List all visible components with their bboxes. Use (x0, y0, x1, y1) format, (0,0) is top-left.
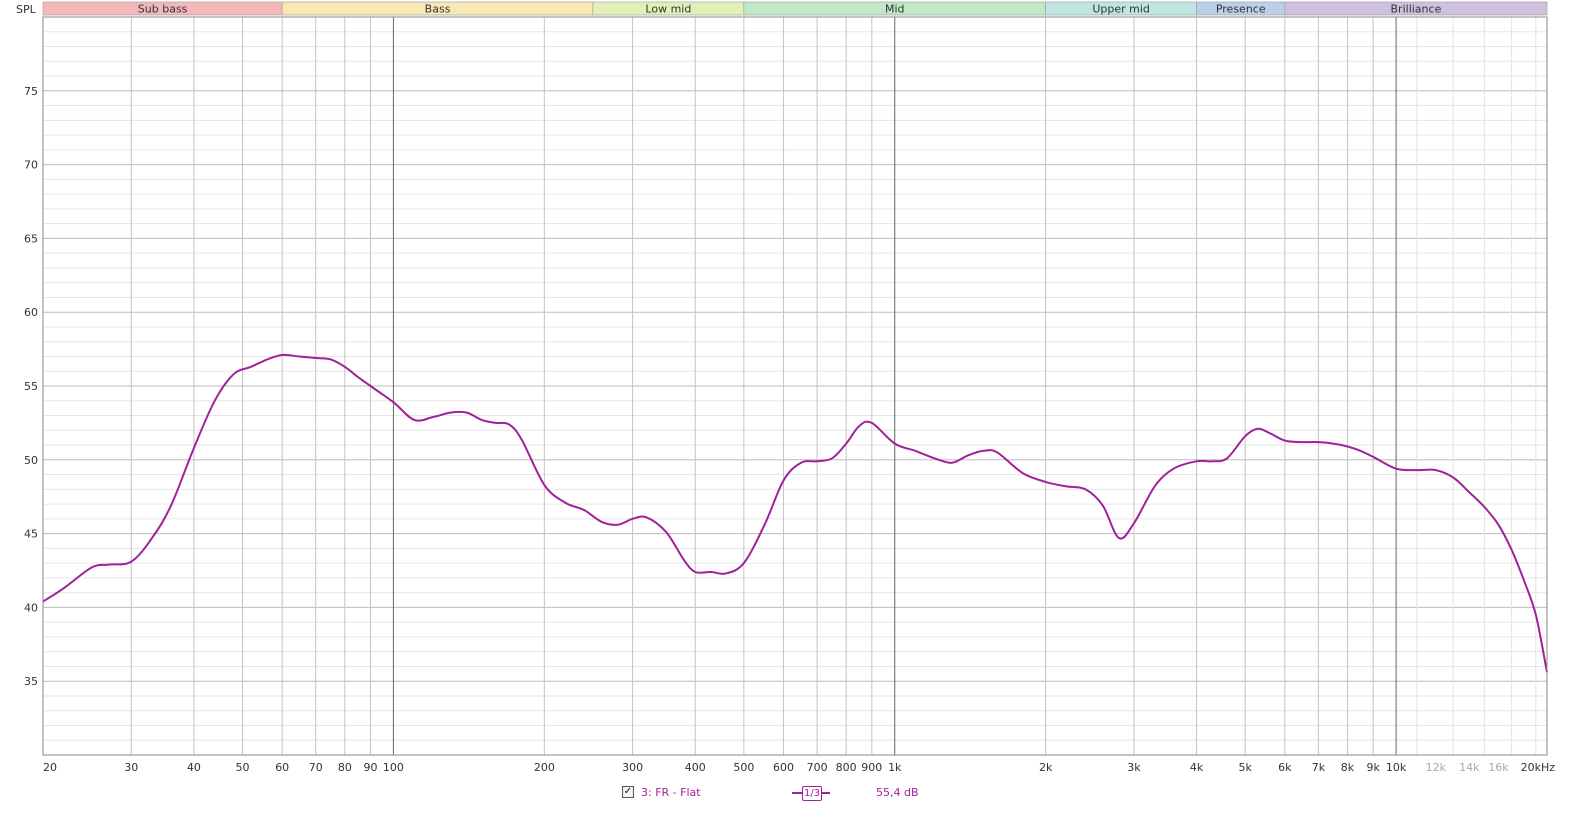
y-axis-title: SPL (16, 3, 37, 16)
x-tick-label: 300 (622, 761, 643, 774)
x-tick-label: 200 (534, 761, 555, 774)
x-tick-label: 9k (1366, 761, 1380, 774)
x-tick-label: 90 (363, 761, 377, 774)
legend-series-name: 3: FR - Flat (641, 786, 701, 799)
y-tick-label: 55 (24, 380, 38, 393)
smoothing-selector[interactable]: 1/3 (802, 786, 822, 801)
x-tick-label: 100 (383, 761, 404, 774)
band-label: Mid (885, 3, 905, 16)
x-tick-label: 50 (236, 761, 250, 774)
x-tick-label: 70 (309, 761, 323, 774)
series-visibility-checkbox[interactable]: ✓ (622, 786, 634, 798)
x-tick-label: 700 (807, 761, 828, 774)
x-tick-label: 400 (685, 761, 706, 774)
y-tick-label: 40 (24, 601, 38, 614)
x-tick-label: 8k (1341, 761, 1355, 774)
y-tick-label: 65 (24, 232, 38, 245)
band-label: Low mid (645, 3, 691, 16)
x-tick-label: 2k (1039, 761, 1053, 774)
band-label: Upper mid (1092, 3, 1150, 16)
x-tick-label: 80 (338, 761, 352, 774)
band-label: Presence (1216, 3, 1266, 16)
y-tick-label: 75 (24, 85, 38, 98)
frequency-band-strip: Sub bass Bass Low mid Mid Upper mid Presence B… (42, 1, 1548, 16)
y-tick-labels: 35 40 45 50 55 60 65 70 75 (24, 85, 38, 688)
y-tick-label: 50 (24, 454, 38, 467)
legend: ✓ 3: FR - Flat 1/3 55,4 dB (620, 785, 950, 803)
x-tick-label: 5k (1238, 761, 1252, 774)
x-tick-label: 14k (1459, 761, 1480, 774)
x-tick-label: 4k (1190, 761, 1204, 774)
x-tick-label: 800 (836, 761, 857, 774)
x-tick-label: 40 (187, 761, 201, 774)
x-tick-label: 3k (1127, 761, 1141, 774)
x-tick-label: 1k (888, 761, 902, 774)
x-tick-label: 30 (124, 761, 138, 774)
grid-lines (42, 16, 1548, 756)
x-tick-label: 7k (1312, 761, 1326, 774)
band-label: Bass (425, 3, 451, 16)
x-tick-label: 60 (275, 761, 289, 774)
x-tick-label: 16k (1488, 761, 1509, 774)
x-tick-labels: 20 30 40 50 60 70 80 90 100 200 300 400 500 600 700 800… (43, 761, 1555, 774)
y-tick-label: 70 (24, 159, 38, 172)
band-label: Sub bass (138, 3, 188, 16)
x-tick-label: 12k (1426, 761, 1447, 774)
cursor-spl-readout: 55,4 dB (876, 786, 919, 799)
x-tick-label: 20 (43, 761, 57, 774)
frequency-response-chart: Sub bass Bass Low mid Mid Upper mid Presence B… (16, 1, 1555, 774)
x-tick-label: 6k (1278, 761, 1292, 774)
band-label: Brilliance (1391, 3, 1442, 16)
y-tick-label: 60 (24, 306, 38, 319)
x-tick-label: 20kHz (1521, 761, 1556, 774)
x-tick-label: 10k (1386, 761, 1407, 774)
x-tick-label: 900 (861, 761, 882, 774)
x-tick-label: 600 (773, 761, 794, 774)
y-tick-label: 45 (24, 528, 38, 541)
y-tick-label: 35 (24, 675, 38, 688)
x-tick-label: 500 (733, 761, 754, 774)
